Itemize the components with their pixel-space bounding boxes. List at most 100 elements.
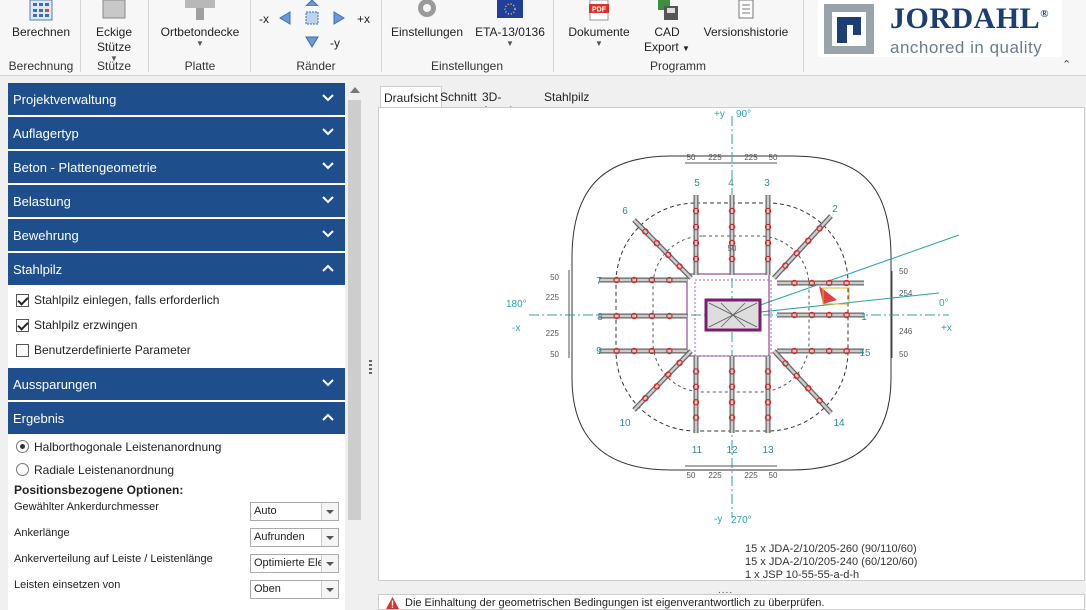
dropdown-arrow-icon[interactable] (321, 555, 338, 572)
radio-label: Halborthogonale Leistenanordnung (34, 440, 222, 454)
arrow-left-icon[interactable] (278, 11, 292, 25)
tab-schnitt[interactable]: Schnitt (437, 86, 480, 107)
jordahl-logo: JORDAHL® anchored in quality (818, 0, 1062, 57)
versionshistorie-button[interactable]: Versionshistorie (700, 0, 792, 40)
leisten-einsetzen-select[interactable]: Oben (250, 580, 339, 599)
left-panel-scrollbar[interactable] (346, 83, 363, 610)
summary-line-2: 15 x JDA-2/10/205-240 (60/120/60) (745, 556, 917, 568)
tab-3d-anzeige[interactable]: 3D-Anzeige (479, 86, 528, 118)
group-platte: Platte (184, 59, 216, 73)
section-auflagertyp[interactable]: Auflagertyp (8, 117, 345, 149)
chevron-down-icon: ▼ (196, 39, 204, 48)
einstellungen-button[interactable]: Einstellungen (387, 0, 467, 40)
chevron-down-icon (322, 230, 334, 238)
plan-view-drawing[interactable]: 1234567891011 12 13141550 225 225 5050 225 225 5… (379, 108, 1084, 581)
rail-number-label: 15 (859, 348, 871, 359)
arrow-right-icon[interactable] (332, 11, 346, 25)
berechnen-button[interactable]: Berechnen (8, 0, 74, 40)
jordahl-mark-icon (824, 4, 874, 54)
edge-minus-y-label[interactable]: -y (330, 36, 340, 50)
rail-number-label: 2 (832, 204, 838, 215)
option-stahlpilz-erzwingen[interactable]: Stahlpilz erzwingen (14, 314, 345, 339)
angle-0-label: 0° (939, 298, 949, 309)
load-arrow-icon (819, 286, 837, 304)
arrow-up-icon[interactable] (305, 0, 319, 6)
input-panel: Projektverwaltung Auflagertyp Beton - Pl… (8, 83, 345, 610)
rail-number-label: 9 (596, 346, 602, 357)
group-programm: Programm (649, 59, 706, 73)
scrollbar-thumb[interactable] (348, 100, 361, 520)
section-belastung[interactable]: Belastung (8, 185, 345, 217)
dokumente-button[interactable]: PDF Dokumente ▼ (563, 0, 635, 48)
ankerdurchmesser-select[interactable]: Auto (250, 502, 339, 521)
section-beton-plattengeometrie[interactable]: Beton - Plattengeometrie (8, 151, 345, 183)
angle-180-label: 180° (506, 299, 527, 310)
drawing-viewport[interactable]: 1 2 3 4 5 6 7 8 9 10 11 12 13 14 15 50 225 225 50 50 225 225 5… (378, 107, 1085, 581)
rail-number-label: 3 (764, 178, 770, 189)
eckige-stuetze-button[interactable]: Eckige Stütze ▼ (86, 0, 142, 63)
edge-minus-x-label[interactable]: -x (259, 12, 269, 26)
rail-number-label: 12 (726, 445, 738, 456)
section-stahlpilz[interactable]: Stahlpilz (8, 253, 345, 285)
select-value: Aufrunden (254, 531, 305, 543)
option-benutzerdefinierte-parameter[interactable]: Benutzerdefinierte Parameter (14, 339, 345, 364)
radio-button[interactable] (16, 463, 29, 476)
tab-draufsicht[interactable]: Draufsicht (380, 86, 443, 107)
option-label: Ankerverteilung auf Leiste / Leistenläng… (14, 553, 213, 565)
section-aussparungen[interactable]: Aussparungen (8, 368, 345, 400)
cad-export-button[interactable]: CAD Export ▼ (640, 0, 694, 56)
rail-number-label: 10 (619, 418, 631, 429)
radio-halborthogonal[interactable]: Halborthogonale Leistenanordnung (14, 436, 345, 459)
edge-plus-x-label[interactable]: +x (357, 12, 370, 26)
section-title: Bewehrung (13, 228, 79, 243)
ankerverteilung-select[interactable]: Optimierte Eler (250, 554, 339, 573)
select-area-icon[interactable] (305, 11, 319, 25)
ribbon-separator (250, 0, 251, 72)
group-berechnung: Berechnung (8, 59, 74, 73)
section-title: Aussparungen (13, 377, 97, 392)
arrow-down-icon[interactable] (305, 36, 319, 48)
chevron-down-icon: ▼ (506, 39, 514, 48)
rail-number-label: 1 (861, 312, 867, 323)
group-stuetze: Stütze (96, 59, 132, 73)
select-value: Auto (254, 505, 277, 517)
checkbox[interactable] (16, 344, 29, 357)
eta-button[interactable]: ETA-13/0136 ▼ (474, 0, 546, 48)
dimension-label-bottom: 225 (744, 471, 758, 480)
section-bewehrung[interactable]: Bewehrung (8, 219, 345, 251)
chevron-down-icon (322, 162, 334, 170)
minus-x-label: -x (512, 323, 520, 334)
radio-button[interactable] (16, 440, 29, 453)
tab-stahlpilz[interactable]: Stahlpilz (541, 86, 592, 107)
option-stahlpilz-einlegen[interactable]: Stahlpilz einlegen, falls erforderlich (14, 289, 345, 314)
section-title: Projektverwaltung (13, 92, 117, 107)
select-value: Oben (254, 583, 281, 595)
checkbox[interactable] (16, 294, 29, 307)
scroll-up-icon[interactable] (350, 87, 360, 93)
dropdown-arrow-icon[interactable] (321, 529, 338, 546)
section-title: Belastung (13, 194, 71, 209)
ankerlaenge-select[interactable]: Aufrunden (250, 528, 339, 547)
dropdown-arrow-icon[interactable] (321, 503, 338, 520)
ribbon-separator (80, 0, 81, 72)
collapse-ribbon-icon[interactable]: ⌃ (1062, 58, 1071, 71)
berechnen-label: Berechnen (11, 25, 71, 39)
logo-tagline: anchored in quality (890, 38, 1043, 57)
panel-splitter-handle[interactable] (369, 360, 372, 376)
section-ergebnis[interactable]: Ergebnis (8, 402, 345, 434)
stud-rail-inner (773, 350, 832, 414)
ortbetondecke-button[interactable]: Ortbetondecke ▼ (156, 0, 244, 48)
section-projektverwaltung[interactable]: Projektverwaltung (8, 83, 345, 115)
calculator-icon (29, 0, 53, 21)
chevron-down-icon: ▼ (595, 39, 603, 48)
radio-radial[interactable]: Radiale Leistenanordnung (14, 459, 345, 481)
summary-line-3: 1 x JSP 10-55-55-a-d-h (745, 569, 859, 580)
checkbox[interactable] (16, 319, 29, 332)
logo-reg: ® (1040, 8, 1049, 20)
stahlpilz-body: Stahlpilz einlegen, falls erforderlich S… (8, 287, 345, 368)
option-label: Stahlpilz einlegen, falls erforderlich (34, 293, 220, 307)
section-title: Beton - Plattengeometrie (13, 160, 157, 175)
einstellungen-label: Einstellungen (390, 25, 464, 39)
group-raender: Ränder (296, 59, 336, 73)
dropdown-arrow-icon[interactable] (321, 581, 338, 598)
